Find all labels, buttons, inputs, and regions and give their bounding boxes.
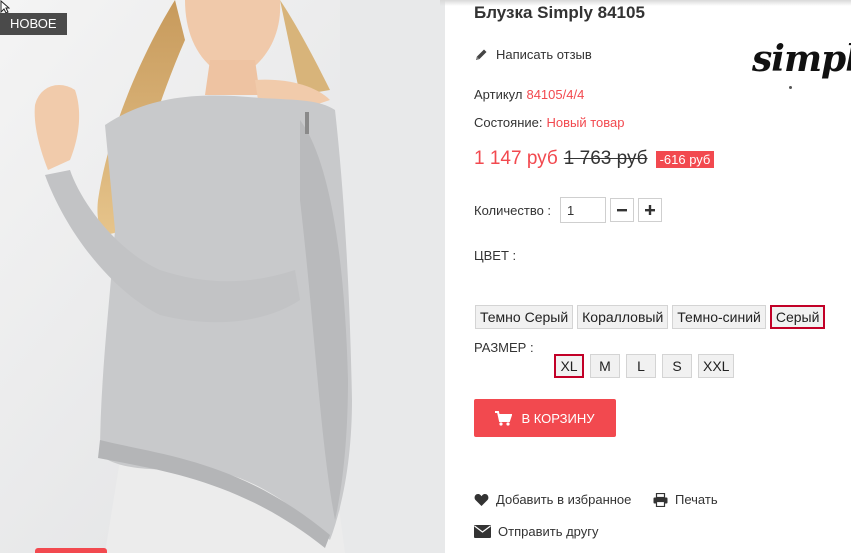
product-details: Блузка Simply 84105 simply Написать отзы…	[474, 0, 851, 553]
size-options: XL M L S XXL	[554, 354, 735, 378]
size-option-s[interactable]: S	[662, 354, 692, 378]
size-option-xl[interactable]: XL	[554, 354, 584, 378]
send-to-friend-link[interactable]: Отправить другу	[474, 524, 598, 539]
brand-logo-dot	[789, 86, 792, 89]
send-to-friend-label: Отправить другу	[498, 524, 599, 539]
print-link[interactable]: Печать	[653, 492, 718, 507]
add-to-cart-label: В корзину	[521, 410, 595, 426]
color-label: ЦВЕТ :	[474, 248, 517, 263]
sku-row: Артикул 84105/4/4	[474, 87, 584, 102]
cursor-icon	[0, 0, 10, 14]
size-label: РАЗМЕР :	[474, 340, 534, 355]
add-to-wishlist-link[interactable]: Добавить в избранное	[474, 492, 631, 507]
pencil-icon	[476, 49, 487, 60]
size-option-xxl[interactable]: XXL	[698, 354, 735, 378]
color-option-coral[interactable]: Коралловый	[577, 305, 669, 329]
minus-icon	[617, 209, 628, 212]
color-option-gray[interactable]: Серый	[769, 305, 826, 329]
new-badge: Новое	[0, 13, 67, 35]
add-to-cart-button[interactable]: В корзину	[474, 399, 616, 437]
product-image[interactable]: Новое	[0, 0, 445, 553]
color-option-navy[interactable]: Темно-синий	[672, 305, 766, 329]
sku-label: Артикул	[474, 87, 523, 102]
condition-row: Состояние: Новый товар	[474, 115, 624, 130]
product-photo-illustration	[0, 0, 445, 553]
heart-icon	[474, 493, 489, 506]
color-option-dark-gray[interactable]: Темно Серый	[475, 305, 574, 329]
cart-icon	[495, 410, 513, 426]
brand-logo[interactable]: simply	[752, 38, 851, 80]
print-label: Печать	[675, 492, 718, 507]
quantity-label: Количество :	[474, 202, 552, 218]
quantity-plus-button[interactable]	[638, 198, 663, 222]
write-review-link[interactable]: Написать отзыв	[474, 47, 592, 62]
discount-badge: -616 руб	[655, 150, 715, 168]
product-title: Блузка Simply 84105	[474, 3, 645, 22]
color-options: Темно Серый Коралловый Темно-синий Серый	[475, 305, 826, 329]
plus-icon	[645, 205, 656, 215]
condition-value: Новый товар	[546, 115, 625, 130]
quantity-input[interactable]	[560, 197, 607, 223]
size-option-l[interactable]: L	[626, 354, 656, 378]
old-price: 1 763 руб	[563, 148, 648, 169]
condition-label: Состояние:	[474, 115, 543, 130]
quantity-minus-button[interactable]	[610, 198, 635, 222]
sku-value: 84105/4/4	[526, 87, 585, 102]
sale-strip	[35, 548, 107, 553]
printer-icon	[653, 492, 668, 507]
envelope-icon	[474, 525, 491, 538]
write-review-label: Написать отзыв	[496, 47, 592, 62]
quantity-row: Количество :	[474, 197, 663, 223]
size-option-m[interactable]: M	[590, 354, 620, 378]
current-price: 1 147 руб	[474, 148, 558, 169]
add-to-wishlist-label: Добавить в избранное	[496, 492, 632, 507]
price-row: 1 147 руб 1 763 руб -616 руб	[474, 148, 715, 170]
